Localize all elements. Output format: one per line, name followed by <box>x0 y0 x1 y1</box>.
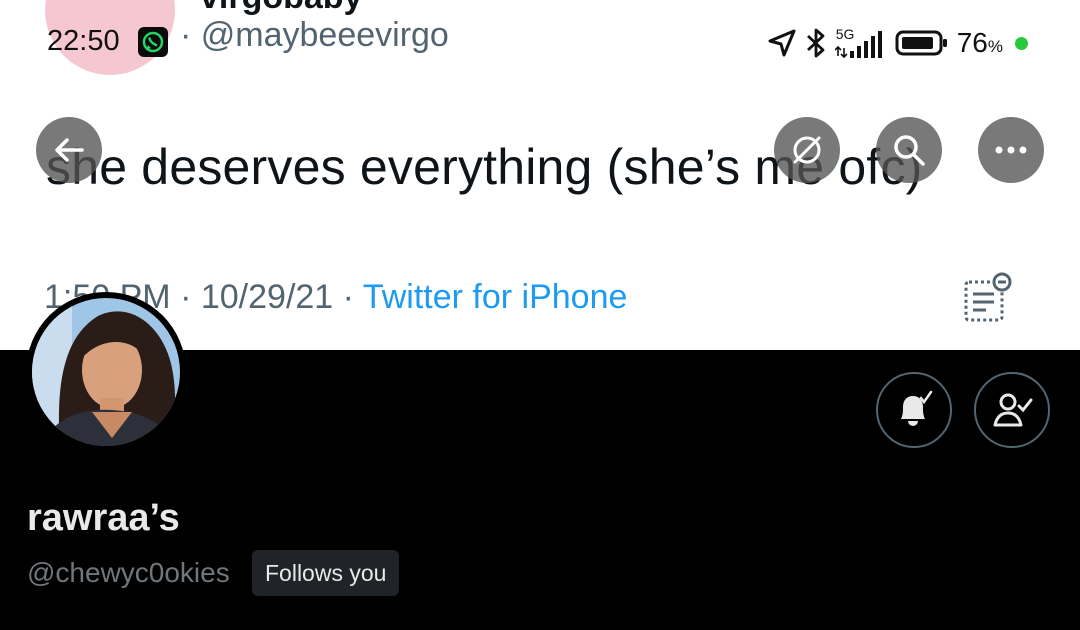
profile-handle: @chewyc0okies <box>27 557 230 588</box>
more-options-button[interactable] <box>978 117 1044 183</box>
whatsapp-icon <box>138 27 168 57</box>
document-icon <box>964 272 1012 322</box>
stop-sharing-icon <box>793 136 821 164</box>
banner-tweet-name-cropped: virgobaby <box>200 0 362 17</box>
status-indicators: 5G 76% <box>767 24 1028 62</box>
status-time: 22:50 <box>47 25 120 57</box>
avatar-image <box>32 298 180 446</box>
battery-icon <box>895 30 947 56</box>
notifications-button[interactable] <box>876 372 952 448</box>
network-indicator: 5G <box>834 26 887 60</box>
avatar-photo <box>32 298 180 446</box>
profile-display-name: rawraa’s <box>27 497 180 539</box>
search-icon <box>894 135 925 166</box>
banner-tweet-source: Twitter for iPhone <box>362 278 628 316</box>
banner-tweet-handle: · @maybeeevirgo <box>180 16 449 54</box>
notification-bell-icon <box>901 390 933 426</box>
back-arrow-icon <box>55 138 84 162</box>
battery-percentage: 76% <box>956 27 1003 58</box>
follows-you-badge: Follows you <box>252 550 400 596</box>
stop-sharing-button[interactable] <box>774 117 840 183</box>
search-button[interactable] <box>876 117 942 183</box>
following-person-icon <box>993 393 1033 427</box>
banner-tweet-date: 10/29/21 <box>200 278 334 316</box>
back-button[interactable] <box>36 117 102 183</box>
following-button[interactable] <box>974 372 1050 448</box>
signal-icon <box>834 31 882 59</box>
more-icon <box>995 146 1027 154</box>
privacy-indicator-dot <box>1015 36 1028 50</box>
location-arrow-icon <box>768 29 796 57</box>
avatar[interactable] <box>26 292 186 452</box>
bluetooth-icon <box>806 28 825 58</box>
